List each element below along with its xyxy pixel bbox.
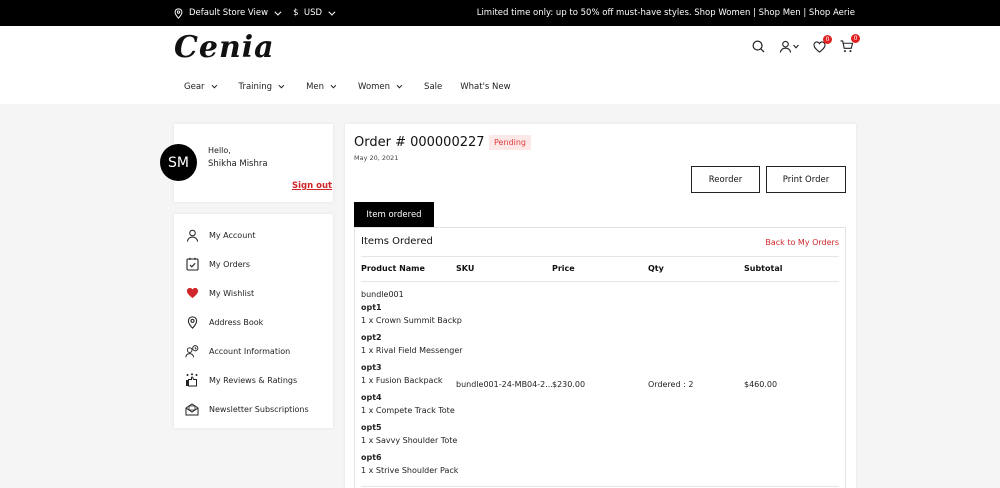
main-nav: Gear Training Men Women Sale What's New [184, 82, 535, 92]
sidebar-item-label: My Account [209, 230, 256, 240]
nav-training[interactable]: Training [239, 82, 285, 92]
sidebar-item-label: Newsletter Subscriptions [209, 404, 309, 414]
currency-switcher[interactable]: $ USD [293, 8, 336, 18]
sidebar-item-reviews-ratings[interactable]: My Reviews & Ratings [184, 372, 297, 388]
nav-men[interactable]: Men [306, 82, 337, 92]
sidebar-item-label: Account Information [209, 346, 291, 356]
sidebar-item-my-account[interactable]: My Account [184, 227, 255, 243]
option-value: 1 x Savvy Shoulder Tote [361, 436, 458, 445]
sidebar-item-newsletter-subscriptions[interactable]: Newsletter Subscriptions [184, 401, 309, 417]
print-order-button[interactable]: Print Order [766, 166, 846, 193]
sidebar-item-my-wishlist[interactable]: My Wishlist [184, 285, 254, 301]
sidebar-item-address-book[interactable]: Address Book [184, 314, 263, 330]
back-to-orders-link[interactable]: Back to My Orders [765, 238, 839, 247]
option-title: opt5 [361, 423, 382, 432]
option-value: 1 x Compete Track Tote [361, 406, 455, 415]
option-title: opt4 [361, 393, 382, 402]
divider [361, 281, 839, 282]
avatar: SM [160, 144, 197, 181]
search-icon [752, 40, 765, 53]
option-title: opt6 [361, 453, 382, 462]
heart-icon [184, 285, 200, 301]
items-ordered-heading: Items Ordered [361, 236, 433, 247]
option-title: opt2 [361, 333, 382, 342]
nav-gear[interactable]: Gear [184, 82, 217, 92]
column-header-sku: SKU [456, 264, 475, 273]
chevron-down-icon [274, 8, 282, 16]
chevron-down-icon [793, 44, 799, 49]
tab-item-ordered[interactable]: Item ordered [354, 202, 434, 227]
search-button[interactable] [752, 40, 765, 53]
wishlist-button[interactable]: 0 [813, 34, 832, 53]
column-header-price: Price [552, 264, 575, 273]
cart-button[interactable]: 0 [840, 34, 860, 53]
logo[interactable]: Cenia [174, 30, 275, 65]
wishlist-count-badge: 0 [823, 34, 832, 44]
product-subtotal: $460.00 [744, 380, 778, 389]
store-label: Default Store View [189, 8, 269, 18]
nav-women[interactable]: Women [358, 82, 403, 92]
reviews-icon [184, 372, 200, 388]
sign-out-link[interactable]: Sign out [292, 181, 332, 191]
option-value: 1 x Rival Field Messenger [361, 346, 463, 355]
sidebar-item-my-orders[interactable]: My Orders [184, 256, 250, 272]
divider [361, 486, 839, 487]
location-icon [184, 314, 200, 330]
cart-count-badge: 0 [851, 34, 860, 43]
greeting-text: Hello, [208, 146, 231, 155]
store-switcher[interactable]: Default Store View [174, 7, 282, 19]
nav-whats-new[interactable]: What's New [460, 82, 510, 92]
user-icon [779, 40, 792, 53]
location-pin-icon [174, 7, 183, 19]
top-bar: Default Store View $ USD Limited time on… [0, 0, 1000, 26]
chevron-down-icon [278, 82, 285, 89]
page-title: Order # 000000227 [354, 135, 485, 150]
status-badge: Pending [489, 135, 531, 150]
reorder-button[interactable]: Reorder [691, 166, 760, 193]
chevron-down-icon [330, 82, 337, 89]
orders-icon [184, 256, 200, 272]
currency-label: $ USD [293, 8, 323, 18]
user-name: Shikha Mishra [208, 159, 268, 169]
option-value: 1 x Crown Summit Backp [361, 316, 462, 325]
product-sku: bundle001-24-MB04-2... [456, 380, 553, 389]
sidebar-item-label: My Wishlist [209, 288, 255, 298]
option-title: opt1 [361, 303, 382, 312]
user-icon [184, 227, 200, 243]
option-value: 1 x Strive Shoulder Pack [361, 466, 459, 475]
order-date: May 20, 2021 [354, 154, 399, 162]
sidebar-item-label: My Orders [209, 259, 251, 269]
divider [361, 256, 839, 257]
sidebar-item-label: Address Book [209, 317, 264, 327]
product-name: bundle001 [361, 290, 404, 299]
column-header-qty: Qty [648, 264, 664, 273]
column-header-subtotal: Subtotal [744, 264, 783, 273]
newsletter-icon [184, 401, 200, 417]
product-qty: Ordered : 2 [648, 380, 694, 389]
sidebar-item-label: My Reviews & Ratings [209, 375, 298, 385]
chevron-down-icon [211, 82, 217, 89]
site-header: Cenia 0 0 Gear Training Men Women Sale W… [0, 26, 1000, 104]
chevron-down-icon [396, 82, 403, 89]
option-title: opt3 [361, 363, 382, 372]
promo-text[interactable]: Limited time only: up to 50% off must-ha… [477, 8, 855, 18]
product-price: $230.00 [552, 380, 586, 389]
option-value: 1 x Fusion Backpack [361, 376, 443, 385]
column-header-product-name: Product Name [361, 264, 425, 273]
account-button[interactable] [779, 40, 799, 53]
sidebar-item-account-information[interactable]: Account Information [184, 343, 290, 359]
account-info-icon [184, 343, 200, 359]
chevron-down-icon [328, 8, 336, 16]
nav-sale[interactable]: Sale [424, 82, 442, 92]
